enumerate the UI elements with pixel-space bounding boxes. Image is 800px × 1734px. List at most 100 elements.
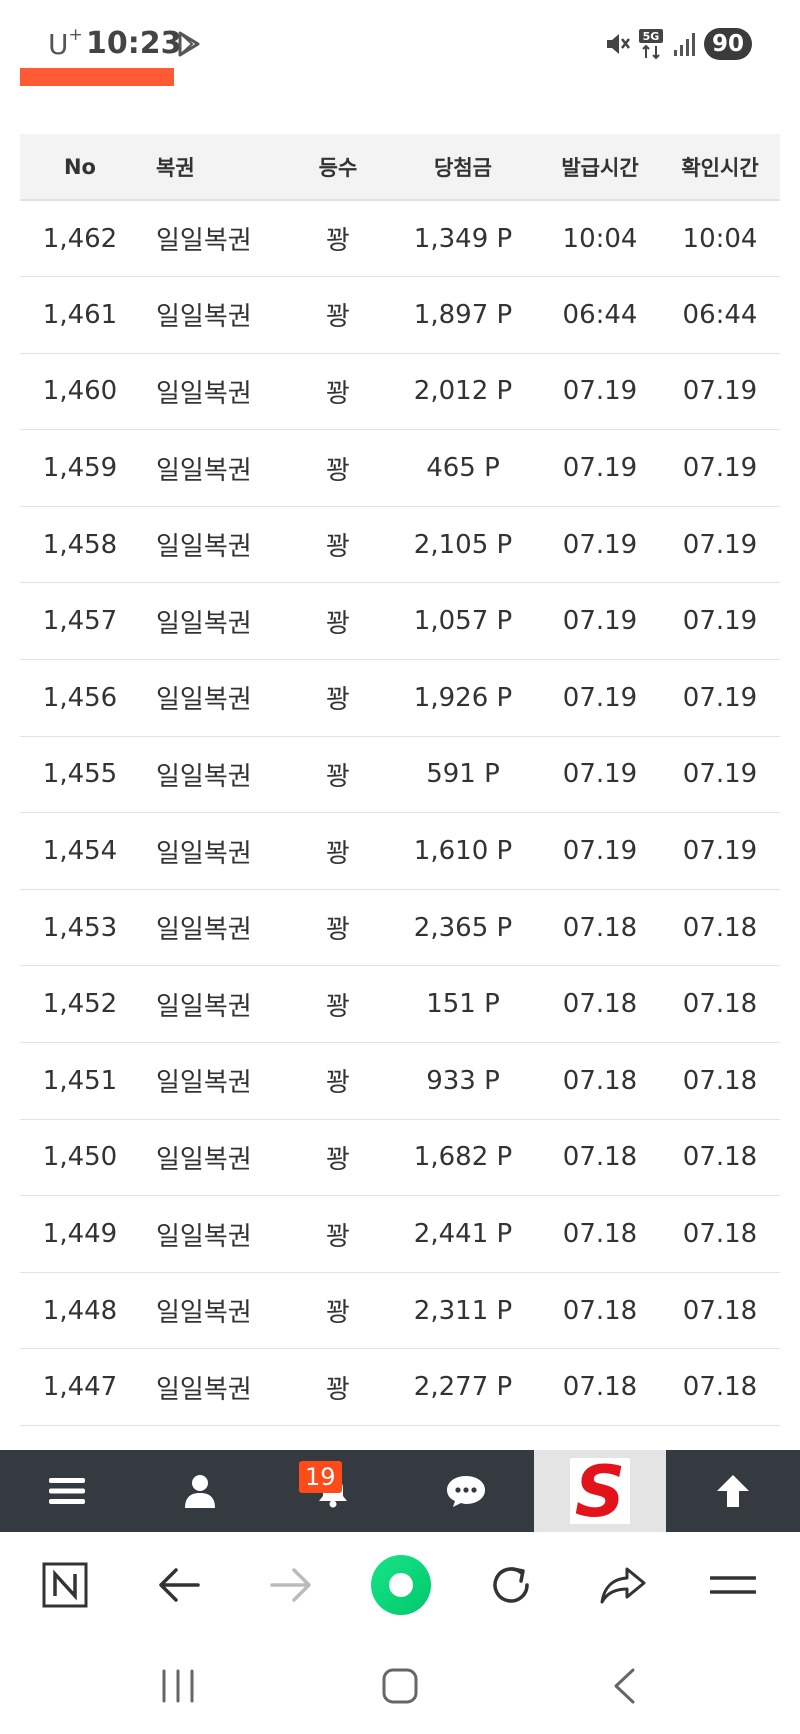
lottery-history-table: No 복권 등수 당첨금 발급시간 확인시간 1,462 일일복권 꽝 1,349 P…: [20, 134, 780, 1426]
page: U+ 10:23 5G 90 No 복권 등수 당첨금 발급시간 확인시간 1,…: [0, 0, 800, 1734]
cell-no: 1,453: [42, 912, 118, 943]
header-prize: 당첨금: [434, 155, 492, 180]
cell-prize: 1,610 P: [413, 836, 513, 867]
table-row: 1,462 일일복권 꽝 1,349 P 10:04 10:04: [20, 200, 780, 277]
cell-prize: 1,897 P: [413, 299, 513, 330]
share-button[interactable]: [568, 1532, 678, 1638]
menu-button[interactable]: [0, 1450, 133, 1532]
5g-network-icon: 5G: [639, 29, 663, 60]
recent-apps-button[interactable]: [118, 1638, 238, 1734]
user-icon: [184, 1475, 215, 1508]
forward-button[interactable]: [236, 1532, 346, 1638]
cell-rank: 꽝: [326, 991, 350, 1022]
cell-check-time: 07.19: [682, 376, 758, 407]
green-dot-button[interactable]: [346, 1532, 456, 1638]
cell-check-time: 07.19: [682, 529, 758, 560]
cell-issue-time: 07.18: [562, 912, 638, 943]
table-row: 1,451 일일복권 꽝 933 P 07.18 07.18: [20, 1043, 780, 1120]
carrier-label: U+: [48, 24, 83, 61]
browser-menu-button[interactable]: [678, 1532, 788, 1638]
site-bottom-toolbar: S: [0, 1450, 800, 1532]
browser-menu-icon: [710, 1576, 756, 1594]
cell-issue-time: 07.19: [562, 759, 638, 790]
cell-rank: 꽝: [326, 838, 350, 869]
cell-issue-time: 06:44: [562, 299, 638, 330]
chat-icon: [446, 1476, 485, 1507]
cell-rank: 꽝: [326, 302, 350, 333]
cell-no: 1,458: [42, 529, 118, 560]
cell-no: 1,460: [42, 376, 118, 407]
cell-rank: 꽝: [326, 1221, 350, 1252]
cell-rank: 꽝: [326, 608, 350, 639]
cell-no: 1,447: [42, 1372, 118, 1403]
table-row: 1,450 일일복권 꽝 1,682 P 07.18 07.18: [20, 1119, 780, 1196]
header-no: No: [63, 154, 96, 179]
green-dot-home-icon: [371, 1555, 431, 1615]
cell-prize: 465 P: [426, 453, 500, 484]
cell-no: 1,448: [42, 1295, 118, 1326]
notification-badge: 19: [299, 1461, 342, 1493]
cell-prize: 2,311 P: [413, 1295, 513, 1326]
cell-check-time: 07.19: [682, 682, 758, 713]
cell-rank: 꽝: [326, 1374, 350, 1405]
cell-prize: 591 P: [426, 759, 500, 790]
share-icon: [600, 1567, 646, 1604]
cell-check-time: 07.18: [682, 1372, 758, 1403]
status-time: 10:23: [86, 26, 182, 61]
cell-lottery: 일일복권: [156, 608, 252, 639]
battery-indicator: 90: [704, 28, 752, 60]
accent-bar: [20, 68, 174, 86]
cell-lottery: 일일복권: [156, 1068, 252, 1099]
cell-prize: 1,682 P: [413, 1142, 513, 1173]
table-row: 1,449 일일복권 꽝 2,441 P 07.18 07.18: [20, 1196, 780, 1273]
cell-issue-time: 07.18: [562, 1142, 638, 1173]
system-back-icon: [614, 1668, 635, 1704]
forward-arrow-icon: [270, 1568, 311, 1602]
cell-rank: 꽝: [326, 1144, 350, 1175]
cell-check-time: 07.19: [682, 606, 758, 637]
arrow-up-icon: [717, 1475, 749, 1507]
cell-lottery: 일일복권: [156, 1221, 252, 1252]
cell-lottery: 일일복권: [156, 1374, 252, 1405]
back-button[interactable]: [124, 1532, 234, 1638]
cell-no: 1,462: [42, 223, 118, 254]
svg-text:5G: 5G: [643, 30, 660, 43]
table-row: 1,447 일일복권 꽝 2,277 P 07.18 07.18: [20, 1349, 780, 1426]
cell-lottery: 일일복권: [156, 761, 252, 792]
cell-no: 1,451: [42, 1065, 118, 1096]
cell-check-time: 06:44: [682, 299, 758, 330]
cell-check-time: 07.18: [682, 1295, 758, 1326]
back-arrow-icon: [159, 1568, 200, 1602]
table-row: 1,452 일일복권 꽝 151 P 07.18 07.18: [20, 966, 780, 1043]
cell-no: 1,452: [42, 989, 118, 1020]
status-bar: U+ 10:23 5G 90: [0, 0, 800, 90]
reload-button[interactable]: [456, 1532, 566, 1638]
cell-prize: 2,365 P: [413, 912, 513, 943]
home-button[interactable]: [340, 1638, 460, 1734]
naver-home-button[interactable]: [10, 1532, 120, 1638]
table-row: 1,461 일일복권 꽝 1,897 P 06:44 06:44: [20, 277, 780, 354]
cell-issue-time: 07.18: [562, 1295, 638, 1326]
cell-issue-time: 07.18: [562, 1219, 638, 1250]
cell-check-time: 07.18: [682, 989, 758, 1020]
cell-no: 1,450: [42, 1142, 118, 1173]
cell-rank: 꽝: [326, 226, 350, 257]
chat-button[interactable]: [399, 1450, 532, 1532]
cell-lottery: 일일복권: [156, 455, 252, 486]
site-logo-button[interactable]: S: [534, 1450, 666, 1532]
home-icon: [382, 1668, 418, 1704]
scroll-top-button[interactable]: [666, 1450, 800, 1532]
svg-text:S: S: [575, 1456, 625, 1526]
table-row: 1,460 일일복권 꽝 2,012 P 07.19 07.19: [20, 353, 780, 430]
cell-prize: 1,926 P: [413, 682, 513, 713]
table-row: 1,458 일일복권 꽝 2,105 P 07.19 07.19: [20, 506, 780, 583]
user-button[interactable]: [133, 1450, 266, 1532]
cell-prize: 1,057 P: [413, 606, 513, 637]
table-row: 1,453 일일복권 꽝 2,365 P 07.18 07.18: [20, 889, 780, 966]
recent-apps-icon: [162, 1669, 194, 1703]
cell-check-time: 07.19: [682, 836, 758, 867]
cell-rank: 꽝: [326, 1068, 350, 1099]
system-back-button[interactable]: [564, 1638, 684, 1734]
cell-prize: 2,441 P: [413, 1219, 513, 1250]
signal-strength-icon: [674, 33, 695, 56]
